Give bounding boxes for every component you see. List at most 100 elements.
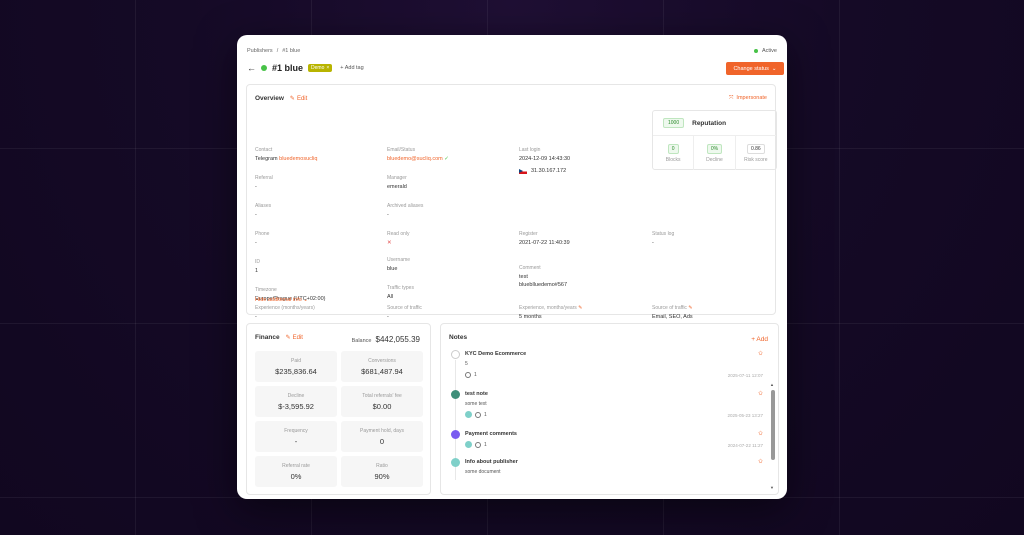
note-title: test note — [465, 391, 488, 397]
field-value: - — [255, 212, 257, 218]
scroll-thumb[interactable] — [771, 390, 775, 460]
commenter-avatar — [465, 441, 472, 448]
breadcrumb: Publishers / #1 blue — [247, 48, 300, 54]
hide-additional-info-link[interactable]: Hide additional info ⌄ — [255, 297, 308, 303]
note-avatar — [451, 390, 460, 399]
notes-card: Notes + Add KYC Demo Ecommerce 5 ✩ 1 202… — [440, 323, 779, 495]
status-indicator: Active — [754, 48, 777, 54]
breadcrumb-publishers[interactable]: Publishers — [247, 48, 273, 54]
field-register: Register 2021-07-22 11:40:39 — [519, 231, 570, 246]
stat-value: 0.86 — [746, 143, 765, 154]
pencil-icon[interactable]: ✎ — [688, 305, 692, 311]
cell-label: Frequency — [284, 427, 308, 434]
email-link[interactable]: bluedemo@sucliq.com — [387, 156, 443, 162]
tag-demo-label: Demo — [311, 65, 325, 71]
note-meta: 1 — [465, 372, 477, 378]
field-referral: Referral - — [255, 175, 273, 190]
pin-icon[interactable]: ✩ — [758, 458, 763, 465]
field-last-login: Last login 2024-12-09 14:43:30 31.30.167… — [519, 147, 570, 174]
finance-cell-conversions: Conversions $681,487.94 — [341, 351, 423, 382]
czech-flag-icon — [519, 168, 527, 174]
field-value: blue — [387, 266, 398, 272]
notes-title: Notes — [449, 334, 468, 341]
finance-grid: Paid $235,836.64 Conversions $681,487.94… — [255, 351, 423, 487]
note-title: Info about publisher — [465, 459, 518, 465]
finance-cell-frequency: Frequency - — [255, 421, 337, 452]
pencil-icon: ✎ — [285, 335, 291, 341]
field-username: Username blue — [387, 257, 410, 272]
impersonate-button[interactable]: ⤧ Impersonate — [729, 95, 767, 102]
comment-icon — [475, 411, 481, 418]
finance-cell-payment-hold: Payment hold, days 0 — [341, 421, 423, 452]
pin-icon[interactable]: ✩ — [758, 430, 763, 437]
note-meta: 1 — [465, 441, 487, 448]
note-item[interactable]: KYC Demo Ecommerce 5 ✩ 1 2025-07-11 12:0… — [451, 350, 769, 390]
field-label: Contact — [255, 147, 273, 153]
add-tag-button[interactable]: + Add tag — [340, 65, 363, 71]
finance-edit-button[interactable]: ✎ Edit — [285, 334, 303, 342]
pencil-icon[interactable]: ✎ — [578, 305, 582, 311]
note-item[interactable]: test note some text ✩ 1 2025-05-23 13:27 — [451, 390, 769, 426]
cell-value: 0 — [379, 436, 385, 446]
contact-prefix: Telegram — [255, 156, 278, 162]
field-value: - — [255, 184, 257, 190]
field-label: Comment — [519, 265, 541, 271]
note-title: KYC Demo Ecommerce — [465, 351, 527, 357]
field-comment: Comment test blueblluedemo#567 — [519, 265, 567, 288]
field-aliases: Aliases - — [255, 203, 271, 218]
field-email: Email/Status bluedemo@sucliq.com ✓ — [387, 147, 449, 162]
field-label: Archived aliases — [387, 203, 424, 209]
field-value: 1 — [255, 268, 259, 274]
status-dot-icon — [754, 49, 759, 53]
note-subtitle: some document — [465, 469, 501, 475]
cell-value: - — [294, 436, 298, 446]
field-value: Telegram bluedemosucliq — [255, 156, 317, 162]
comment-line-1: test — [519, 274, 528, 280]
reputation-score-badge: 1000 — [663, 118, 685, 128]
note-item[interactable]: Info about publisher some document ✩ — [451, 458, 769, 486]
cell-value: $0.00 — [372, 401, 392, 411]
finance-cell-ratio: Ratio 90% — [341, 456, 423, 487]
cell-value: $235,836.64 — [275, 366, 317, 376]
ip-address: 31.30.167.172 — [531, 168, 567, 174]
breadcrumb-current: #1 blue — [282, 48, 301, 54]
balance-label: Balance — [351, 338, 372, 344]
pin-icon[interactable]: ✩ — [758, 350, 763, 357]
contact-link[interactable]: bluedemosucliq — [279, 156, 317, 162]
cell-label: Paid — [290, 357, 301, 364]
field-label: ID — [255, 259, 260, 265]
pin-icon[interactable]: ✩ — [758, 390, 763, 397]
field-archived-aliases: Archived aliases - — [387, 203, 423, 218]
reputation-panel: 1000 Reputation 0 Blocks 0% Decline 0.86… — [652, 110, 777, 170]
field-value: All — [387, 294, 394, 300]
change-status-button[interactable]: Change status ⌄ — [726, 62, 784, 75]
tag-remove-icon[interactable]: × — [326, 65, 329, 71]
cell-label: Referral rate — [282, 462, 310, 469]
note-meta: 1 — [465, 411, 487, 418]
add-note-button[interactable]: + Add — [751, 336, 768, 343]
field-label: Source of traffic — [387, 305, 422, 311]
page-title: #1 blue — [272, 63, 304, 73]
back-arrow-icon[interactable]: ← — [247, 63, 256, 73]
overview-edit-button[interactable]: ✎ Edit — [290, 95, 307, 103]
comment-count: 1 — [484, 441, 487, 448]
comment-count: 1 — [484, 411, 487, 418]
note-avatar — [451, 350, 460, 359]
finance-cell-referrals-fee: Total referrals' fee $0.00 — [341, 386, 423, 417]
finance-cell-paid: Paid $235,836.64 — [255, 351, 337, 382]
comment-line-2: blueblluedemo#567 — [519, 282, 568, 288]
stat-value: 0% — [706, 143, 723, 154]
notes-scrollbar[interactable]: ▲ ▼ — [770, 382, 775, 490]
stat-label: Decline — [706, 156, 723, 163]
scroll-down-icon[interactable]: ▼ — [770, 485, 774, 490]
field-label: Experience, months/years ✎ — [519, 305, 582, 311]
note-avatar — [451, 430, 460, 439]
tag-demo: Demo × — [308, 64, 333, 72]
field-value: Email, SEO, Ads — [652, 314, 693, 320]
field-value: 5 months — [519, 314, 542, 320]
overview-card: Overview ✎ Edit ⤧ Impersonate Contact Te… — [246, 84, 777, 320]
cell-label: Decline — [287, 392, 305, 399]
field-phone: Phone - — [255, 231, 269, 246]
cell-value: $681,487.94 — [361, 366, 403, 376]
scroll-up-icon[interactable]: ▲ — [770, 382, 774, 387]
